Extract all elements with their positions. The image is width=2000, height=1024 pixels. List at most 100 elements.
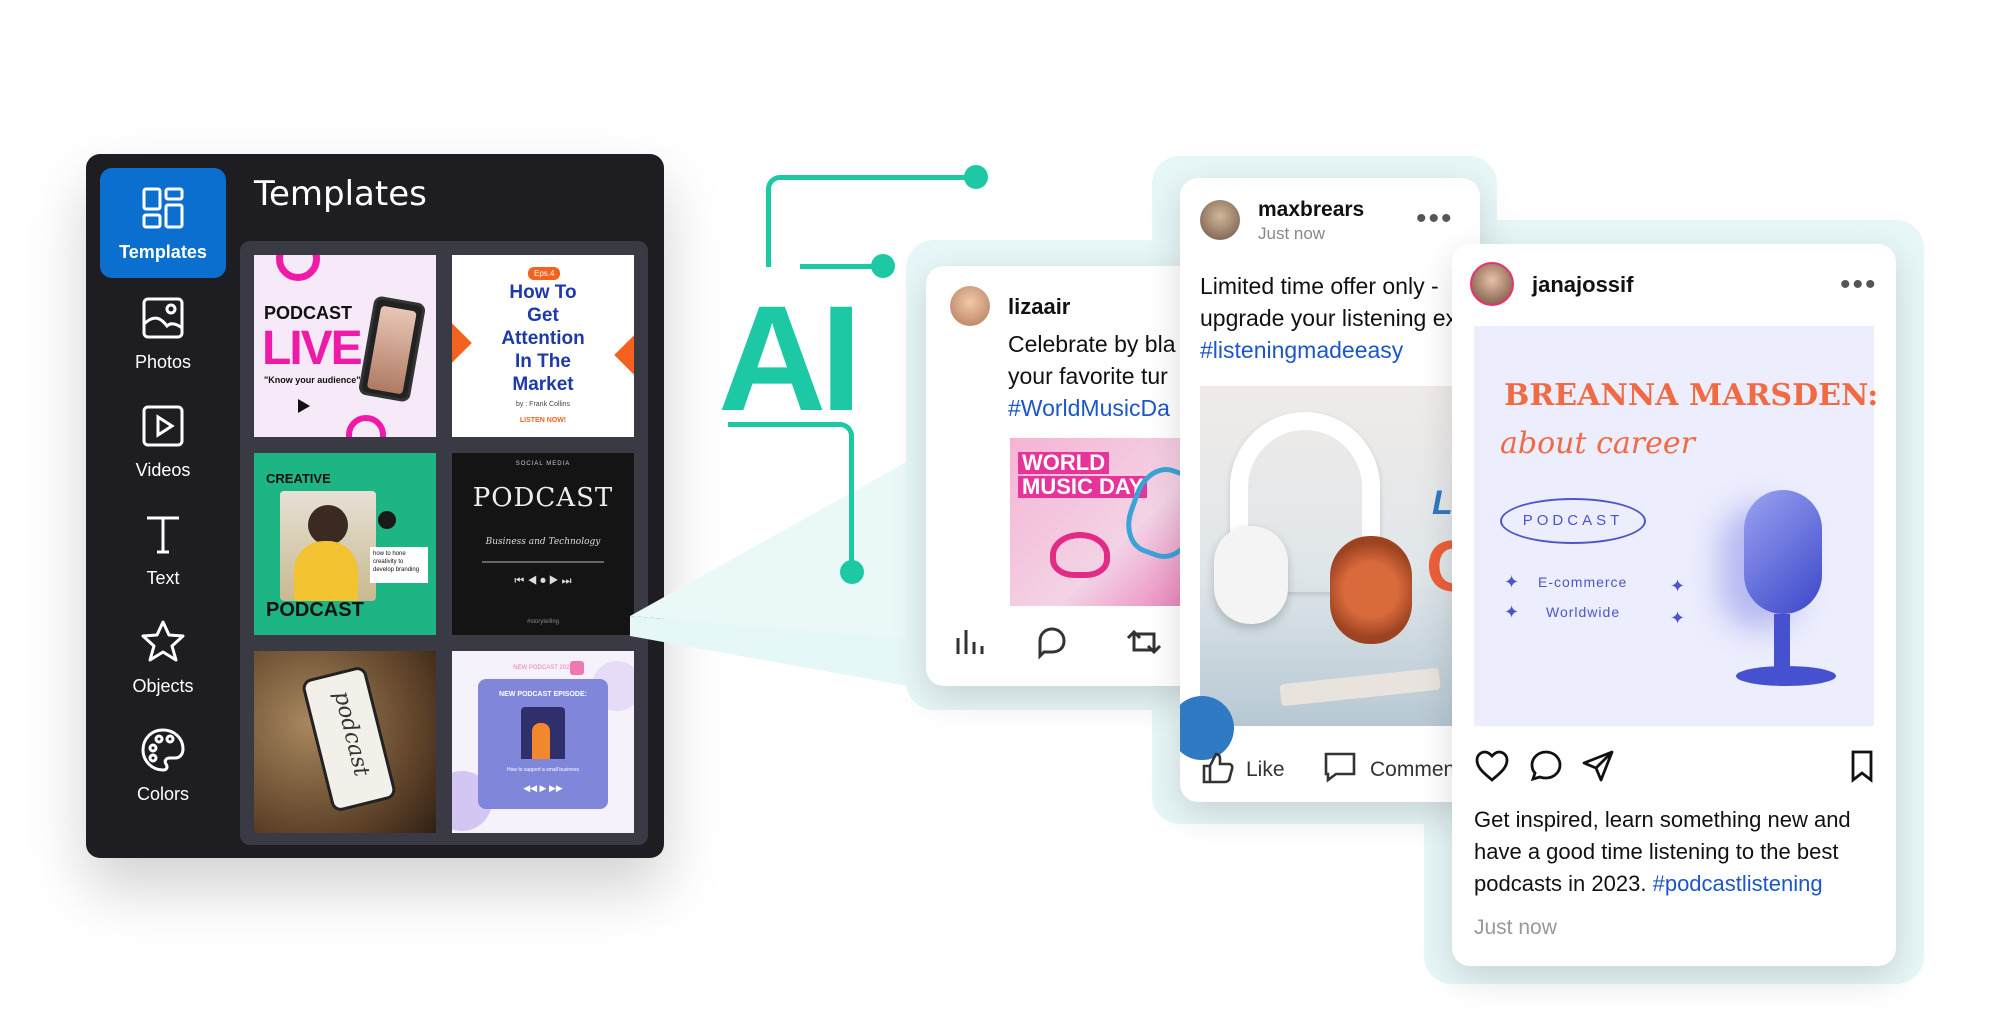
post-card-lizaair[interactable]: lizaair Celebrate by bla your favorite t… (926, 266, 1202, 686)
post-text-line: Limited time offer only - (1200, 273, 1439, 299)
rail-label-objects: Objects (132, 675, 194, 696)
post-text-line: Get inspired, learn something new and (1474, 807, 1851, 832)
reply-icon[interactable] (1034, 624, 1070, 660)
post-card-janajossif[interactable]: janajossif ••• BREANNA MARSDEN: about ca… (1452, 244, 1896, 966)
template-text: PODCAST (266, 599, 364, 621)
bookmark-icon[interactable] (1844, 748, 1880, 784)
post-text-line: upgrade your listening ex (1200, 305, 1457, 331)
comment-icon[interactable] (1322, 748, 1358, 784)
microphone-illustration (1744, 490, 1822, 614)
star-icon (141, 620, 185, 661)
post-text: Celebrate by bla your favorite tur #Worl… (1008, 328, 1176, 424)
earbuds-illustration (1050, 532, 1110, 578)
rail-label-photos: Photos (134, 351, 192, 372)
username[interactable]: lizaair (1008, 294, 1070, 320)
sparkle-icon: ✦ (1670, 576, 1686, 596)
template-creative-podcast[interactable]: CREATIVE how to hone creativity to devel… (254, 453, 436, 635)
template-text: podcast (328, 688, 374, 780)
decor-ring (346, 415, 386, 437)
template-text: LISTEN NOW! (519, 417, 567, 424)
retweet-icon[interactable] (1120, 624, 1168, 660)
template-editor-panel: Templates Photos Videos Text Objects Col… (86, 154, 664, 858)
comment-icon[interactable] (1528, 748, 1564, 784)
image-text: about career (1500, 426, 1695, 461)
sparkle-icon: ✦ (1504, 572, 1520, 592)
post-text-line: have a good time listening to the best (1474, 839, 1839, 864)
episode-card: NEW PODCAST EPISODE: How to support a sm… (478, 679, 608, 809)
decor-ring (276, 255, 320, 281)
post-text: Limited time offer only - upgrade your l… (1200, 270, 1457, 366)
vinyl-decor (378, 511, 396, 529)
palette-icon (141, 727, 185, 772)
like-label[interactable]: Like (1246, 758, 1285, 782)
username[interactable]: janajossif (1532, 272, 1633, 298)
connector-line (800, 264, 882, 269)
more-options-icon[interactable]: ••• (1416, 204, 1454, 234)
template-podcast-live[interactable]: PODCAST LIVE "Know your audience" (254, 255, 436, 437)
template-text: Get (527, 305, 559, 326)
panel-title: Templates (254, 174, 427, 214)
rail-colors-button[interactable]: Colors (100, 710, 226, 820)
post-image: BREANNA MARSDEN: about career PODCAST ✦ … (1474, 326, 1878, 726)
rail-label-templates: Templates (119, 241, 207, 262)
play-icon (298, 399, 310, 413)
rail-photos-button[interactable]: Photos (100, 278, 226, 388)
text-icon (147, 516, 179, 553)
rail-text-button[interactable]: Text (100, 494, 226, 604)
template-text: LIVE (262, 322, 363, 375)
connector-dot (840, 560, 864, 584)
share-icon[interactable] (1580, 748, 1616, 784)
connector-dot (964, 165, 988, 189)
stats-icon[interactable] (952, 624, 988, 660)
rail-label-colors: Colors (136, 783, 189, 804)
more-options-icon[interactable]: ••• (1840, 270, 1878, 300)
template-text: Attention (501, 328, 585, 349)
heart-icon[interactable] (1474, 748, 1510, 784)
avatar[interactable] (950, 286, 990, 326)
post-card-maxbrears[interactable]: maxbrears Just now ••• Limited time offe… (1180, 178, 1480, 802)
phone-illustration (1279, 667, 1441, 707)
hashtag-link[interactable]: #listeningmadeeasy (1200, 334, 1457, 366)
photos-icon (142, 297, 184, 338)
post-caption: Get inspired, learn something new and ha… (1474, 804, 1851, 900)
image-text: WORLD (1018, 452, 1110, 474)
rail-videos-button[interactable]: Videos (100, 386, 226, 496)
sparkle-icon: ✦ (1670, 608, 1686, 628)
rail-label-text: Text (146, 567, 180, 588)
avatar[interactable] (1470, 262, 1514, 306)
post-image: Li O (1180, 386, 1480, 760)
comment-label[interactable]: Commen (1370, 758, 1455, 782)
template-text: In The (515, 351, 571, 372)
template-podcast-phone[interactable]: podcast (254, 651, 436, 833)
ai-label: AI (718, 274, 862, 442)
templates-icon (142, 187, 184, 228)
rail-objects-button[interactable]: Objects (100, 602, 226, 712)
connector-dot (871, 254, 895, 278)
post-timestamp: Just now (1474, 916, 1557, 939)
post-timestamp: Just now (1258, 224, 1326, 243)
template-how-to-get-attention[interactable]: Eps.4 How To Get Attention In The Market… (452, 255, 634, 437)
image-text: PODCAST (1500, 498, 1646, 544)
template-text: How to support a small business (507, 767, 579, 773)
microphone-stand (1774, 614, 1790, 674)
hashtag-link[interactable]: #podcastlistening (1653, 871, 1823, 896)
heart-icon (570, 661, 584, 675)
avatar[interactable] (1200, 200, 1240, 240)
post-image: WORLD MUSIC DAY (1010, 438, 1202, 606)
player-controls: ⏮ ◀ ⏺ ▶ ⏭ (514, 575, 572, 587)
template-headline: How To Get Attention In The Market (452, 281, 634, 396)
template-grid: PODCAST LIVE "Know your audience" Eps.4 … (240, 241, 648, 845)
template-text: how to hone creativity to develop brandi… (370, 547, 428, 583)
image-text: Worldwide (1546, 604, 1621, 620)
like-icon[interactable] (1200, 750, 1236, 786)
template-text: CREATIVE (266, 471, 331, 486)
image-text: BREANNA MARSDEN: (1504, 378, 1879, 413)
username[interactable]: maxbrears (1258, 198, 1364, 222)
rail-templates-button[interactable]: Templates (100, 168, 226, 278)
post-text-line: podcasts in 2023. (1474, 871, 1647, 896)
hashtag-link[interactable]: #WorldMusicDa (1008, 392, 1176, 424)
headphone-cup (1214, 526, 1288, 624)
template-text: Market (512, 374, 574, 395)
template-text: by : Frank Collins (515, 401, 571, 408)
image-text: MUSIC DAY (1018, 476, 1148, 498)
